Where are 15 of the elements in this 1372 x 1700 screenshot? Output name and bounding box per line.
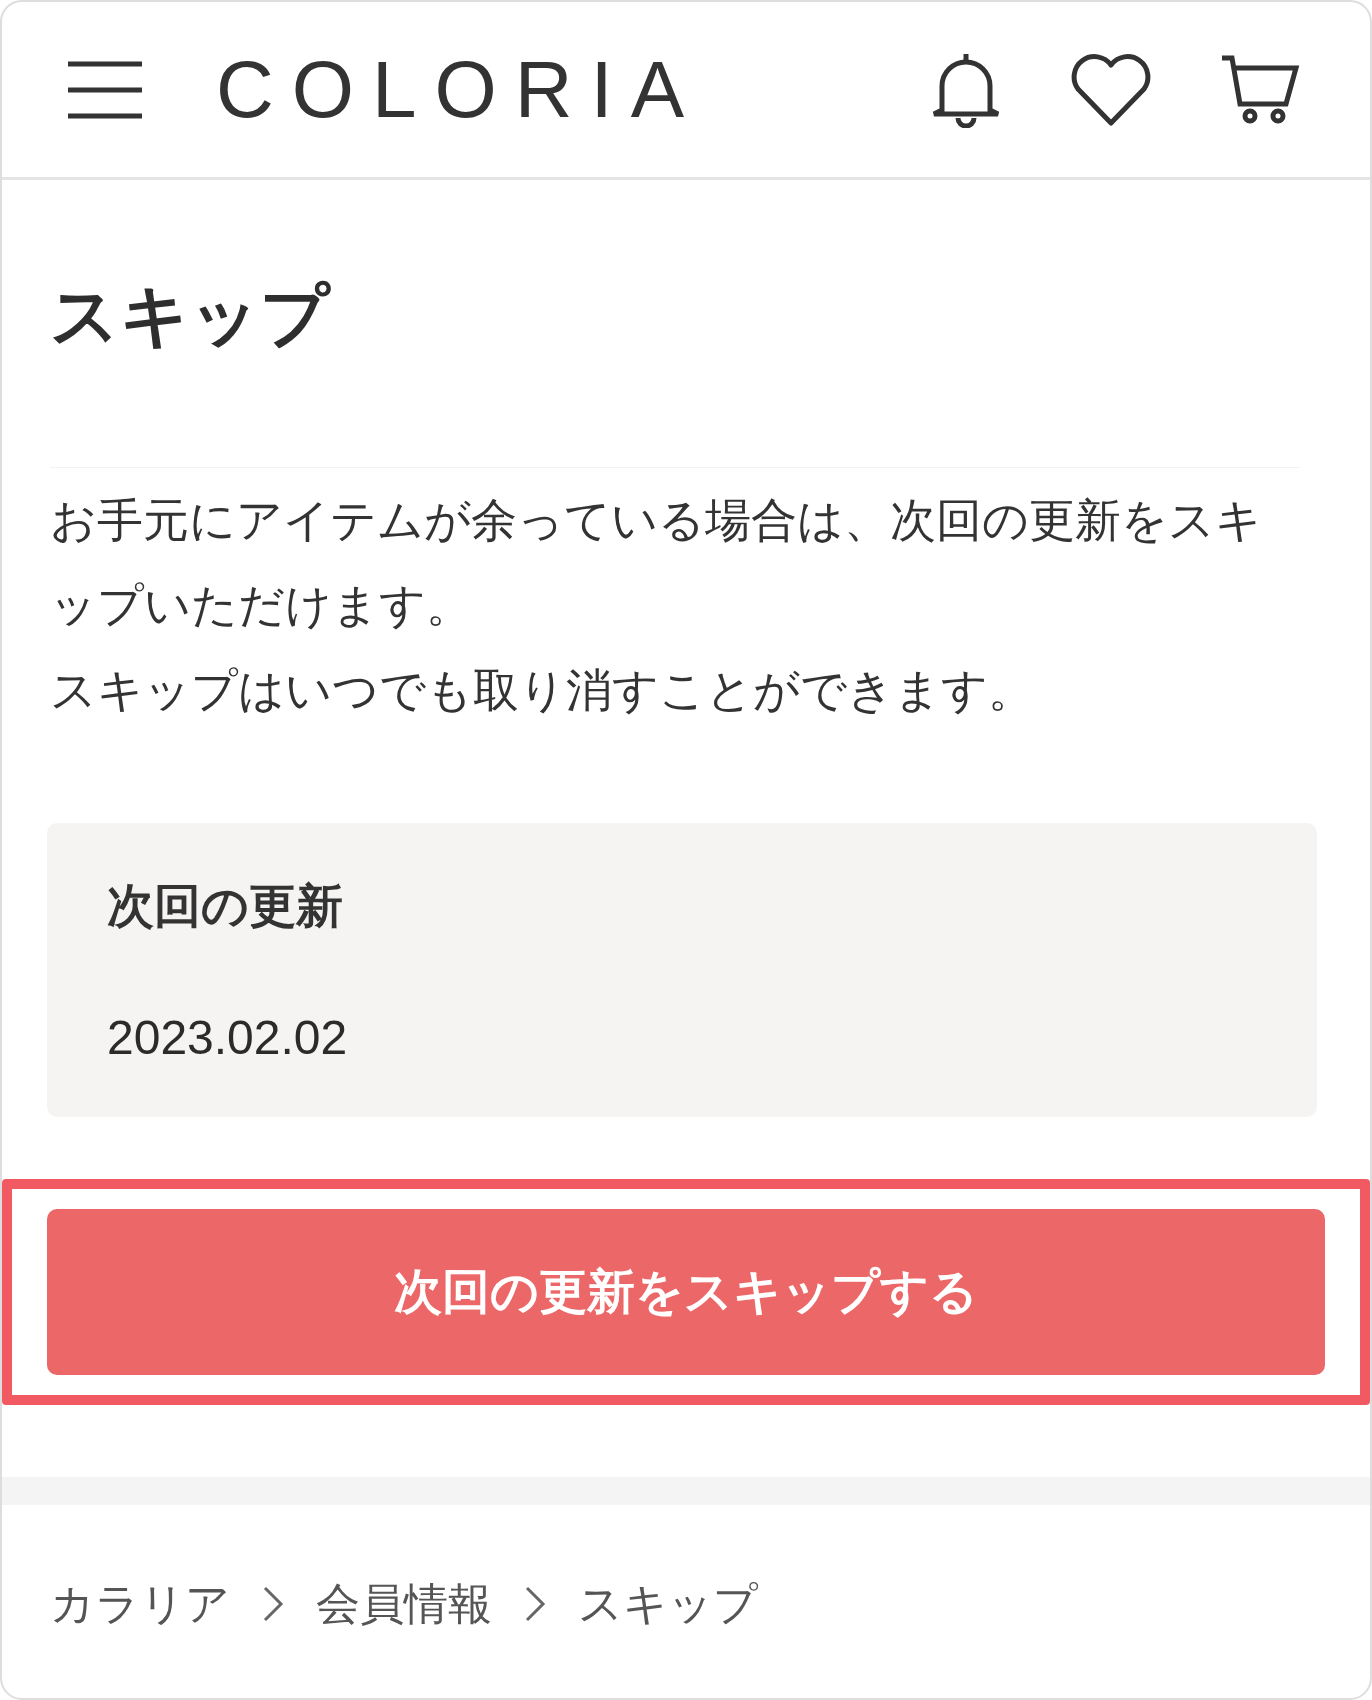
chevron-icon — [262, 1585, 284, 1624]
heart-icon[interactable] — [1070, 52, 1152, 127]
renewal-date: 2023.02.02 — [107, 1009, 349, 1065]
menu-icon[interactable] — [68, 60, 142, 119]
breadcrumb-link[interactable]: スキップ — [578, 1574, 758, 1634]
cart-icon[interactable] — [1220, 53, 1300, 126]
page-title: スキップ — [50, 275, 332, 357]
bell-icon[interactable] — [930, 51, 1002, 128]
breadcrumb-link[interactable]: 会員情報 — [316, 1574, 492, 1634]
chevron-icon — [524, 1585, 546, 1624]
renewal-label: 次回の更新 — [107, 876, 344, 935]
description-text: お手元にアイテムが余っている場合は、次回の更新をスキップいただけます。 — [50, 491, 1263, 634]
description-text: スキップはいつでも取り消すことができます。 — [50, 661, 1035, 719]
breadcrumb-link[interactable]: カラリア — [50, 1574, 230, 1634]
logo[interactable]: COLORIA — [216, 43, 930, 136]
